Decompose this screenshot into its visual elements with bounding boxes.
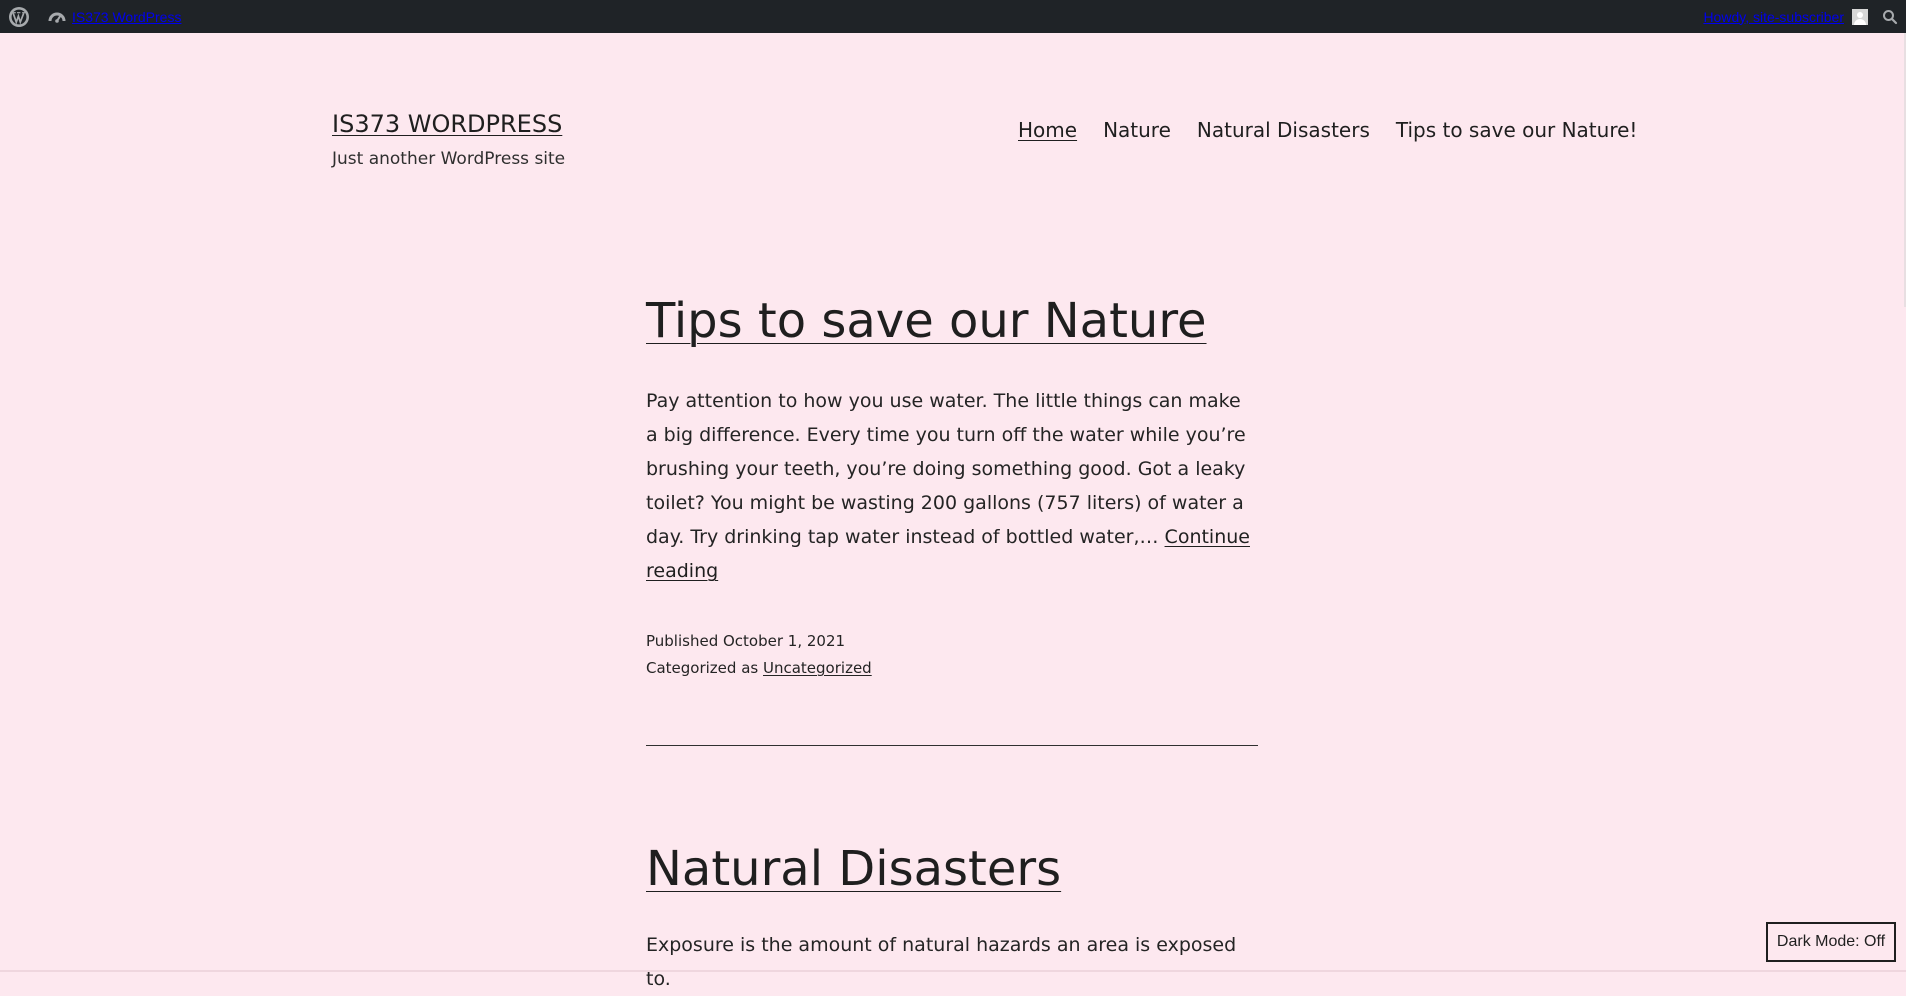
post-meta: Published October 1, 2021 Categorized as…: [646, 628, 1258, 682]
admin-bar-left: IS373 WordPress: [0, 0, 181, 33]
nav-tips-to-save-our-nature[interactable]: Tips to save our Nature!: [1396, 118, 1638, 142]
site-title-link[interactable]: IS373 WORDPRESS: [332, 110, 562, 138]
dark-mode-toggle-button[interactable]: Dark Mode: Off: [1766, 922, 1896, 962]
nav-home[interactable]: Home: [1018, 118, 1077, 142]
nav-nature[interactable]: Nature: [1103, 118, 1171, 142]
admin-bar-right: Howdy, site-subscriber: [1703, 0, 1906, 33]
post-excerpt-text: Exposure is the amount of natural hazard…: [646, 934, 1237, 990]
admin-site-link[interactable]: IS373 WordPress: [48, 8, 181, 26]
published-meta: Published October 1, 2021: [646, 628, 1258, 655]
post-excerpt-text: Pay attention to how you use water. The …: [646, 390, 1246, 548]
site-description: Just another WordPress site: [332, 149, 566, 169]
site-header: IS373 WORDPRESS Just another WordPress s…: [332, 106, 1637, 186]
category-label: Categorized as: [646, 659, 759, 677]
post-natural-disasters: Natural Disasters Exposure is the amount…: [646, 840, 1258, 996]
admin-site-name: IS373 WordPress: [72, 8, 182, 25]
category-meta: Categorized as Uncategorized: [646, 655, 1258, 682]
wordpress-logo-icon[interactable]: [7, 5, 30, 28]
published-date: October 1, 2021: [723, 632, 846, 650]
post-title: Natural Disasters: [646, 840, 1258, 898]
admin-bar: IS373 WordPress Howdy, site-subscriber: [0, 0, 1906, 33]
post-excerpt: Exposure is the amount of natural hazard…: [646, 928, 1258, 996]
published-label: Published: [646, 632, 719, 650]
post-tips-to-save-our-nature: Tips to save our Nature Pay attention to…: [646, 292, 1258, 682]
howdy-text: Howdy, site-subscriber: [1703, 8, 1844, 25]
post-excerpt: Pay attention to how you use water. The …: [646, 384, 1258, 588]
dashboard-icon: [48, 8, 66, 26]
main-content: Tips to save our Nature Pay attention to…: [646, 292, 1258, 682]
primary-navigation: Home Nature Natural Disasters Tips to sa…: [1018, 118, 1637, 142]
post-title: Tips to save our Nature: [646, 292, 1258, 350]
post-separator: [646, 745, 1258, 746]
category-link[interactable]: Uncategorized: [763, 659, 872, 677]
user-avatar-icon: [1852, 8, 1868, 25]
nav-natural-disasters[interactable]: Natural Disasters: [1197, 118, 1370, 142]
post-title-link[interactable]: Tips to save our Nature: [646, 293, 1207, 349]
account-menu[interactable]: Howdy, site-subscriber: [1703, 8, 1868, 25]
post-title-link[interactable]: Natural Disasters: [646, 841, 1061, 897]
search-icon[interactable]: [1882, 9, 1898, 25]
